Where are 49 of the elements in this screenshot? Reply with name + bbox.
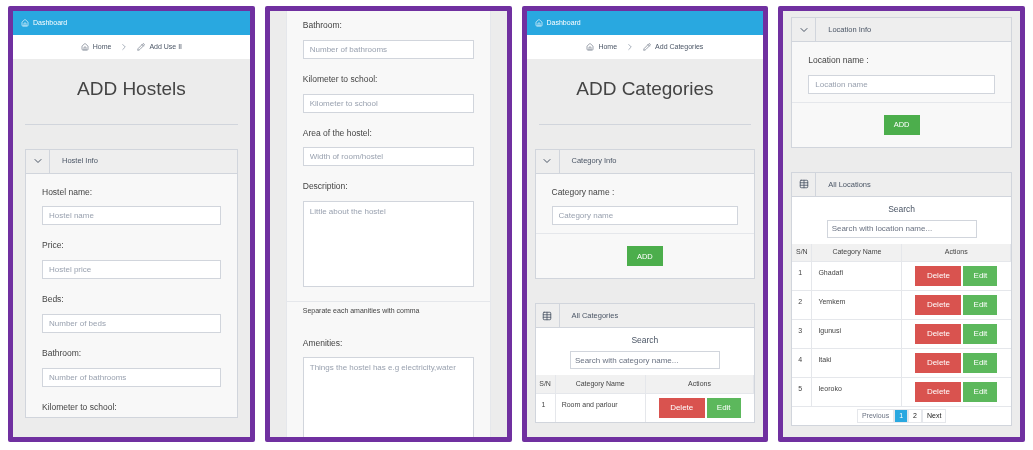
field-label: Category name : (551, 185, 616, 199)
input-field[interactable]: Hostel name (42, 206, 221, 226)
input-field[interactable]: Category name (551, 206, 739, 226)
edit-button[interactable]: Edit (706, 397, 741, 418)
edit-button[interactable]: Edit (963, 353, 998, 373)
field-label: Bathroom: (302, 19, 343, 32)
home-icon (80, 43, 89, 51)
home-icon (21, 19, 29, 27)
input-field[interactable]: Hostel price (42, 260, 221, 279)
input-field[interactable]: Number of bathrooms (42, 367, 221, 387)
field-label: Kilometer to school: (42, 400, 118, 414)
edit-button[interactable]: Edit (963, 266, 998, 286)
pencil-icon (137, 43, 146, 51)
field-label: Amenities: (302, 336, 344, 350)
field-label: Area of the hostel: (302, 126, 373, 140)
text-area[interactable]: Little about the hostel (302, 201, 474, 287)
delete-button[interactable]: Delete (915, 382, 962, 402)
field-label: Hostel name: (42, 185, 94, 199)
search-field[interactable]: Search with location name... (826, 219, 977, 238)
delete-button[interactable]: Delete (915, 353, 962, 373)
field-label: Price: (42, 239, 65, 252)
input-field[interactable]: Location name (808, 74, 995, 94)
field-label: Beds: (42, 293, 65, 306)
delete-button[interactable]: Delete (915, 295, 962, 315)
input-field[interactable]: Kilometer to school (302, 93, 474, 113)
delete-button[interactable]: Delete (658, 397, 705, 418)
home-icon (586, 43, 595, 51)
text-area[interactable]: Things the hostel has e.g electricity,water (302, 357, 474, 437)
delete-button[interactable]: Delete (915, 324, 962, 344)
page-title: ADD Categories (575, 77, 715, 101)
table-icon (798, 179, 809, 190)
search-field[interactable]: Search with category name... (569, 351, 720, 369)
field-label: Location name : (808, 54, 870, 67)
delete-button[interactable]: Delete (915, 266, 962, 286)
edit-button[interactable]: Edit (963, 295, 998, 315)
search-label: Search (631, 334, 659, 347)
input-field[interactable]: Number of bathrooms (302, 39, 474, 59)
field-label: Bathroom: (42, 346, 83, 360)
edit-button[interactable]: Edit (963, 382, 998, 402)
page-title: ADD Hostels (76, 77, 187, 101)
search-label: Search (888, 202, 916, 216)
home-icon (534, 19, 543, 27)
field-label: Kilometer to school: (302, 72, 379, 86)
field-label: Description: (302, 180, 349, 193)
input-field[interactable]: Number of beds (42, 313, 221, 333)
input-field[interactable]: Width of room/hostel (302, 147, 474, 167)
edit-button[interactable]: Edit (963, 324, 998, 344)
pencil-icon (643, 43, 652, 51)
table-icon (542, 310, 552, 321)
